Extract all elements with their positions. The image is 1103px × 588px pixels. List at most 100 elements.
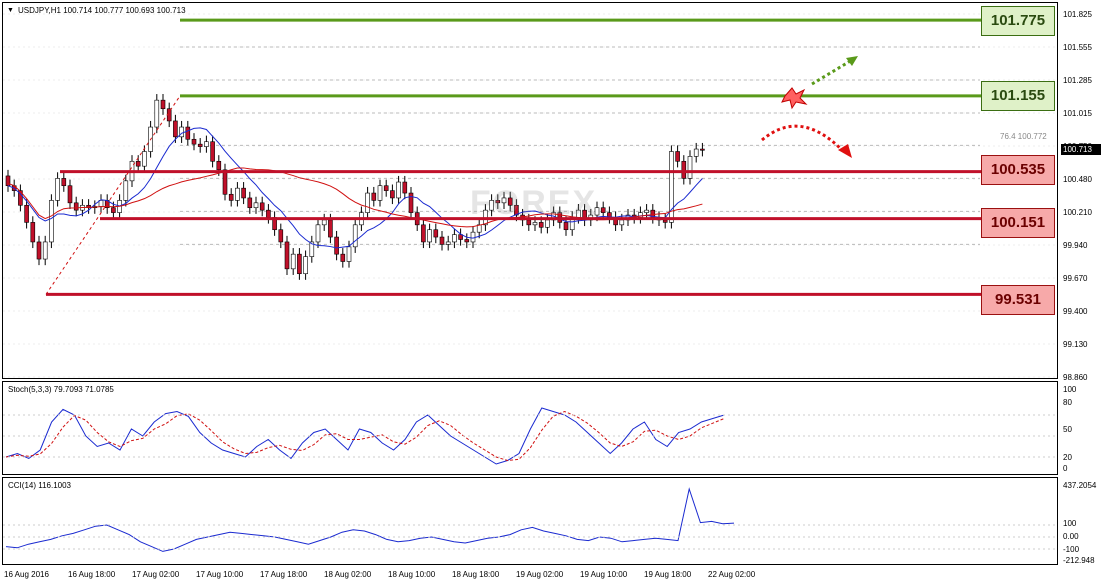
candle-body	[266, 209, 271, 218]
price-tick: 99.400	[1063, 307, 1088, 316]
candle-body	[315, 224, 321, 243]
candle-body	[619, 219, 625, 226]
candle-body	[390, 190, 395, 199]
stoch-tick: 50	[1063, 425, 1072, 434]
candle-body	[427, 229, 432, 243]
candle-body	[687, 156, 693, 179]
candle-body	[383, 185, 389, 191]
cci-tick: 437.2054	[1063, 481, 1097, 490]
breakout-burst-icon	[781, 87, 808, 110]
candle-body	[185, 126, 191, 140]
candle-body	[191, 138, 197, 145]
candle-body	[371, 192, 377, 201]
watermark: FOREX	[470, 184, 598, 222]
cci-line	[5, 487, 735, 552]
candle-body	[36, 241, 42, 260]
candle-body	[334, 236, 339, 255]
candle-body	[600, 207, 606, 213]
candle-body	[49, 200, 54, 243]
candle-body	[439, 236, 445, 245]
candle-body	[433, 229, 439, 238]
candle-body	[24, 204, 29, 223]
candle-body	[73, 202, 79, 211]
candle-body	[700, 148, 705, 151]
candle-body	[216, 160, 222, 171]
candle-body	[563, 222, 569, 231]
candle-body	[222, 169, 228, 195]
candle-body	[228, 193, 234, 201]
candle-body	[30, 222, 36, 243]
cci-title: CCI(14) 116.1003	[8, 481, 71, 490]
price-tick: 101.015	[1063, 109, 1092, 118]
candle-body	[321, 219, 327, 226]
price-tick: 99.130	[1063, 340, 1088, 349]
price-tick: 99.670	[1063, 274, 1088, 283]
candle-body	[290, 253, 296, 270]
triangle-down-icon[interactable]: ▼	[7, 7, 14, 14]
price-tick: 98.860	[1063, 373, 1088, 382]
candle-body	[197, 143, 203, 147]
candle-body	[396, 181, 401, 199]
candle-body	[241, 187, 246, 199]
candle-body	[61, 178, 67, 187]
level-box-99531[interactable]: 99.531	[981, 285, 1055, 315]
candle-body	[154, 99, 160, 128]
candle-body	[675, 151, 680, 162]
candle-body	[303, 256, 308, 275]
stoch-title: Stoch(5,3,3) 79.7093 71.0785	[8, 385, 114, 394]
candle-body	[538, 222, 544, 228]
time-tick: 17 Aug 18:00	[260, 570, 308, 579]
stoch-tick: 0	[1063, 464, 1068, 473]
candle-body	[352, 224, 358, 248]
cci-tick: 0.00	[1063, 532, 1079, 541]
candle-body	[123, 180, 129, 201]
candle-body	[160, 99, 166, 110]
time-tick: 16 Aug 18:00	[68, 570, 116, 579]
candle-body	[135, 160, 141, 167]
candle-body	[253, 202, 259, 209]
time-tick: 18 Aug 10:00	[388, 570, 436, 579]
candle-body	[452, 234, 457, 243]
time-tick: 19 Aug 02:00	[516, 570, 564, 579]
candle-body	[377, 185, 383, 201]
candle-body	[278, 229, 284, 243]
level-box-100535[interactable]: 100.535	[981, 155, 1055, 185]
price-tick: 100.210	[1063, 208, 1092, 217]
chart-graphics	[3, 13, 1057, 552]
price-tick: 101.555	[1063, 43, 1092, 52]
candle-body	[681, 160, 687, 179]
candle-body	[142, 151, 147, 167]
candle-body	[464, 239, 470, 243]
candle-body	[328, 219, 333, 238]
level-box-101775[interactable]: 101.775	[981, 6, 1055, 36]
candle-body	[210, 141, 215, 162]
candle-body	[470, 231, 476, 243]
level-box-100151[interactable]: 100.151	[981, 208, 1055, 238]
symbol-info: USDJPY,H1 100.714 100.777 100.693 100.71…	[18, 6, 186, 15]
candle-body	[173, 120, 178, 138]
time-tick: 17 Aug 02:00	[132, 570, 180, 579]
candle-body	[204, 141, 209, 147]
time-tick: 18 Aug 18:00	[452, 570, 500, 579]
candle-body	[42, 241, 48, 260]
time-tick: 16 Aug 2016	[4, 570, 49, 579]
candle-body	[662, 219, 668, 223]
candle-body	[445, 241, 451, 245]
level-box-101155[interactable]: 101.155	[981, 81, 1055, 111]
price-tick: 101.285	[1063, 76, 1092, 85]
candle-body	[693, 148, 699, 157]
candle-body	[259, 202, 265, 211]
price-tick: 101.825	[1063, 10, 1092, 19]
fib-trend-line	[45, 95, 181, 295]
time-tick: 19 Aug 10:00	[580, 570, 628, 579]
time-tick: 22 Aug 02:00	[708, 570, 756, 579]
candle-body	[247, 197, 253, 209]
time-tick: 19 Aug 18:00	[644, 570, 692, 579]
stoch-tick: 100	[1063, 385, 1077, 394]
candle-body	[235, 187, 240, 201]
candle-body	[284, 241, 290, 270]
candle-body	[179, 126, 184, 138]
stoch-tick: 20	[1063, 453, 1072, 462]
cci-tick: 100	[1063, 519, 1077, 528]
candle-body	[346, 246, 352, 262]
